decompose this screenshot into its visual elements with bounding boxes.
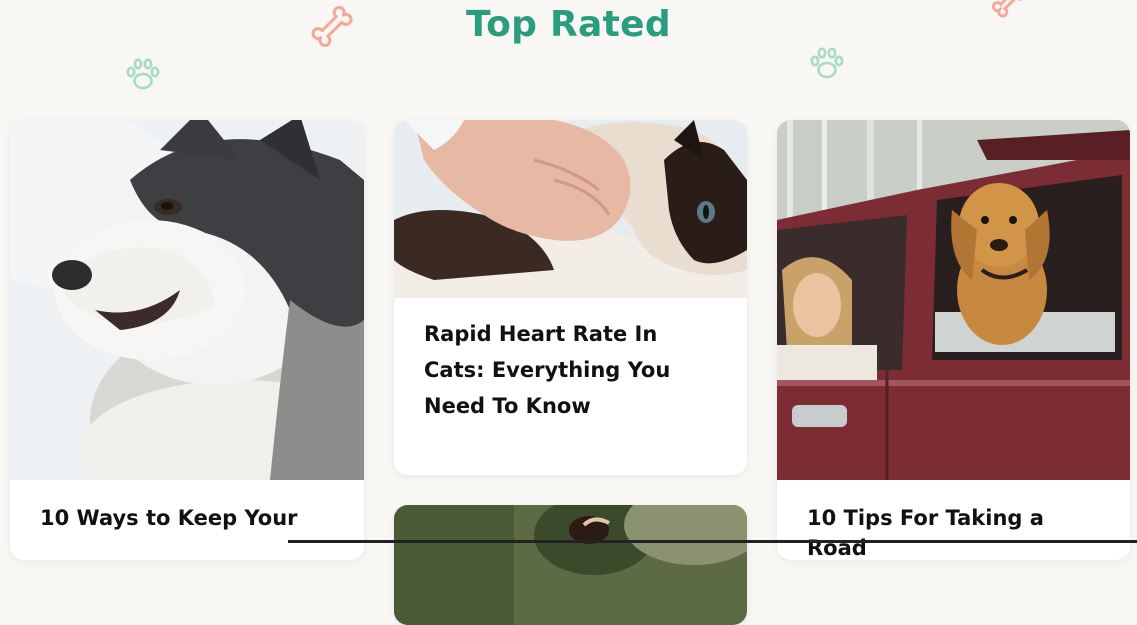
card-image[interactable]	[394, 120, 747, 298]
card-title[interactable]: Rapid Heart Rate In Cats: Everything You…	[424, 316, 724, 424]
card-title[interactable]: 10 Tips For Taking a Road	[807, 503, 1107, 560]
card-image[interactable]	[777, 120, 1130, 480]
article-card[interactable]	[394, 505, 747, 625]
paw-icon	[126, 58, 160, 90]
paw-icon	[810, 47, 844, 79]
article-card[interactable]: Rapid Heart Rate In Cats: Everything You…	[394, 120, 747, 475]
card-image[interactable]	[10, 120, 364, 480]
section-heading: Top Rated	[466, 4, 671, 45]
card-title[interactable]: 10 Ways to Keep Your	[40, 503, 340, 533]
article-card[interactable]: 10 Ways to Keep Your	[10, 120, 364, 560]
card-image[interactable]	[394, 505, 747, 625]
article-card[interactable]: 10 Tips For Taking a Road	[777, 120, 1130, 560]
